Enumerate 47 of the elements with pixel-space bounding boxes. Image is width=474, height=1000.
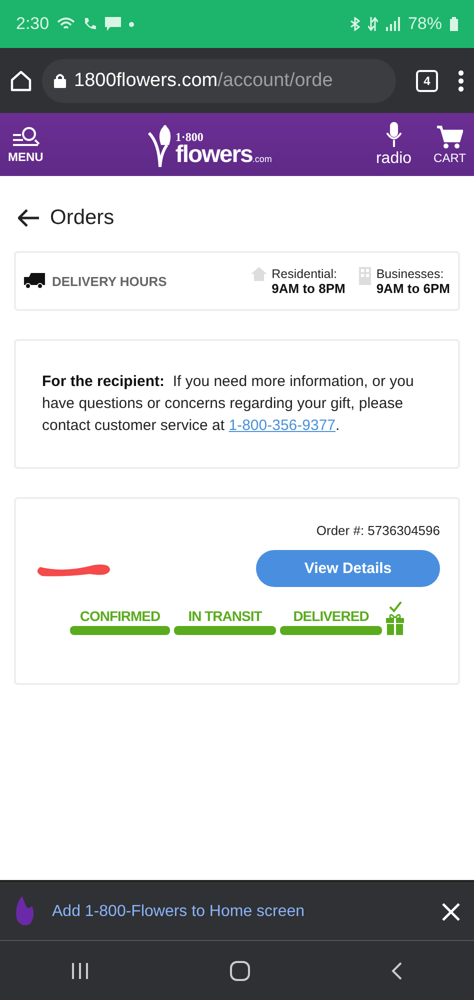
phone-icon — [83, 17, 98, 31]
signal-icon — [386, 17, 400, 31]
lock-icon — [54, 73, 66, 88]
step-label: DELIVERED — [293, 608, 369, 624]
tab-count-button[interactable]: 4 — [416, 70, 438, 92]
step-label: IN TRANSIT — [188, 608, 262, 624]
battery-icon — [450, 17, 458, 31]
flower-logo-icon — [14, 896, 36, 928]
menu-button[interactable]: MENU — [8, 126, 44, 164]
building-icon — [359, 266, 372, 284]
home-button-icon[interactable] — [230, 961, 250, 981]
back-arrow-icon[interactable] — [18, 209, 40, 227]
message-icon — [105, 17, 122, 31]
wifi-icon — [57, 17, 76, 31]
recipient-note: For the recipient: If you need more information, or you have questions or concerns regarding your gift, please contact customer service at 1-800-356-9377. — [42, 373, 414, 434]
logo-number: 1·800 — [175, 130, 204, 142]
menu-search-icon — [12, 126, 40, 148]
more-menu-icon[interactable] — [458, 70, 464, 92]
delivery-hours-label: DELIVERY HOURS — [52, 274, 168, 288]
dot-icon — [129, 22, 134, 26]
cart-button[interactable]: CART — [434, 124, 466, 164]
url-text: 1800flowers.com/account/orde — [74, 70, 333, 92]
order-number: Order #: 5736304596 — [316, 523, 440, 538]
delivery-hours-value: 9AM to 6PM — [376, 280, 450, 296]
radio-link[interactable]: radio — [376, 122, 412, 168]
recent-apps-icon[interactable] — [70, 963, 89, 979]
truck-icon — [24, 273, 46, 289]
bluetooth-icon — [350, 17, 360, 31]
delivery-type: Businesses: — [376, 266, 445, 280]
battery-percent: 78% — [408, 14, 442, 34]
back-icon[interactable] — [391, 962, 404, 980]
home-icon[interactable] — [10, 70, 32, 92]
close-icon[interactable] — [442, 903, 460, 921]
delivery-type: Residential: — [272, 266, 338, 280]
status-time: 2:30 — [16, 14, 50, 34]
house-icon — [250, 266, 267, 280]
step-label: CONFIRMED — [80, 608, 160, 624]
page-title: Orders — [50, 206, 114, 230]
delivery-hours-value: 9AM to 8PM — [272, 280, 346, 296]
add-to-home-link[interactable]: Add 1-800-Flowers to Home screen — [52, 903, 426, 921]
cart-icon — [436, 124, 463, 148]
microphone-icon — [386, 122, 402, 148]
tulip-logo-icon — [147, 122, 174, 166]
address-bar[interactable]: 1800flowers.com/account/orde — [42, 58, 396, 102]
data-arrows-icon — [368, 17, 378, 31]
logo-text: flowers.com — [175, 142, 272, 166]
gift-check-icon — [386, 601, 404, 635]
